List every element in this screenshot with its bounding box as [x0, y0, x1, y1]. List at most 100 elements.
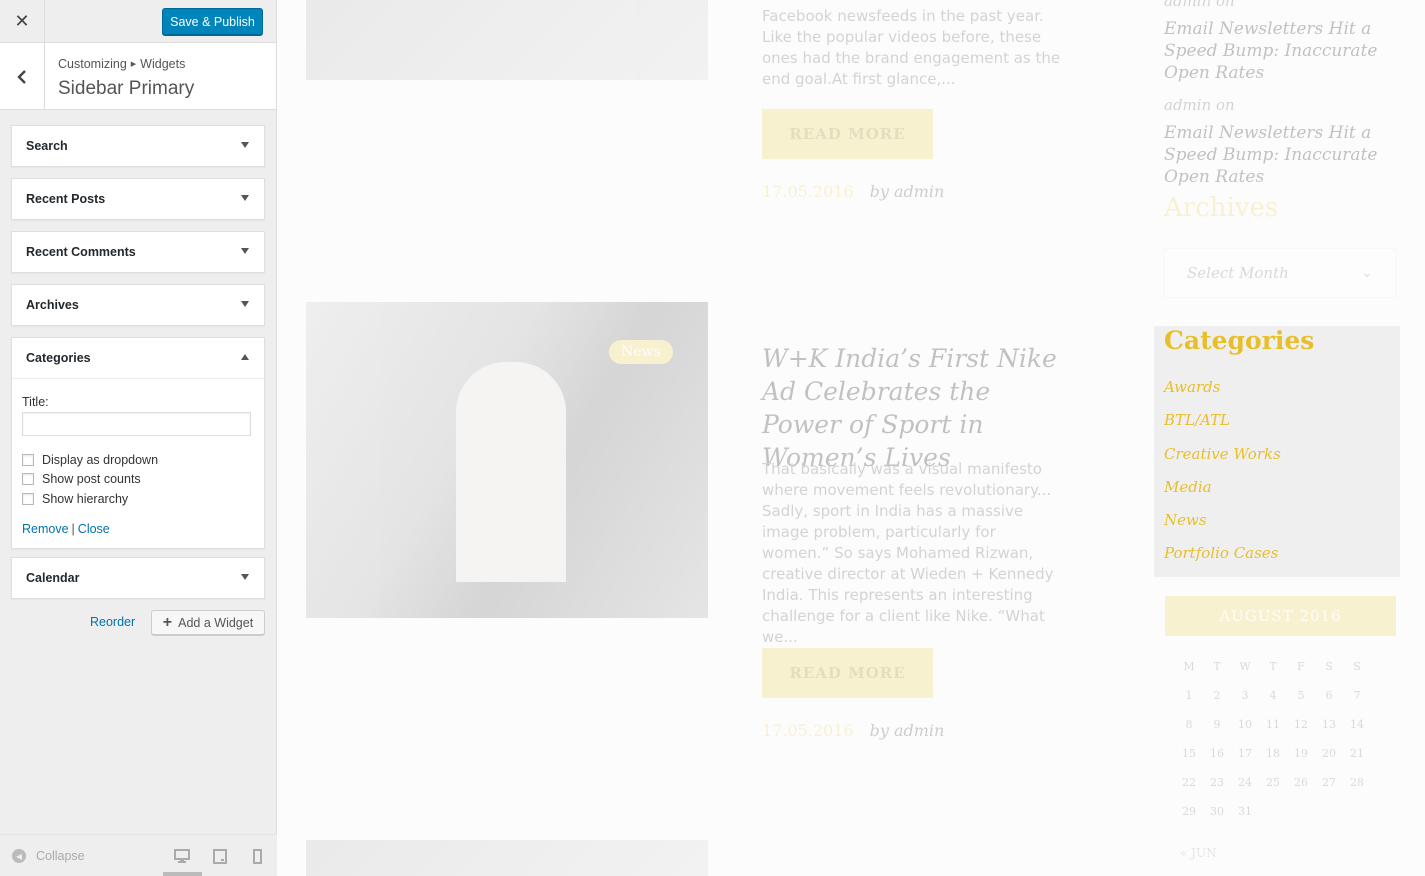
post-author[interactable]: by admin — [870, 721, 945, 740]
comment-post-link[interactable]: Email Newsletters Hit a Speed Bump: Inac… — [1164, 18, 1404, 84]
option-show-hierarchy[interactable]: Show hierarchy — [22, 489, 254, 509]
post-title[interactable]: W+K India’s First Nike Ad Celebrates the… — [762, 342, 1062, 474]
widget-header[interactable]: Search — [12, 126, 264, 166]
checkbox[interactable] — [22, 492, 34, 505]
calendar-week: 1 2 3 4 5 6 7 — [1175, 681, 1383, 710]
calendar-day: 20 — [1322, 747, 1336, 760]
collapse-button[interactable]: ◀ Collapse — [12, 849, 85, 863]
option-display-dropdown[interactable]: Display as dropdown — [22, 450, 254, 470]
checkbox-label: Show hierarchy — [42, 491, 129, 506]
option-show-post-counts[interactable]: Show post counts — [22, 470, 254, 490]
calendar-week: 8 9 10 11 12 13 14 — [1175, 710, 1383, 739]
checkbox-label: Show post counts — [42, 472, 141, 487]
read-more-button[interactable]: READ MORE — [762, 648, 933, 698]
widget-title: Search — [26, 139, 68, 153]
categories-heading: Categories — [1164, 326, 1315, 355]
widget-header[interactable]: Categories — [12, 338, 264, 378]
category-link[interactable]: Awards — [1164, 378, 1281, 411]
caret-up-icon[interactable] — [241, 354, 249, 360]
category-link[interactable]: News — [1164, 511, 1281, 544]
widget-header[interactable]: Recent Posts — [12, 179, 264, 219]
reorder-link[interactable]: Reorder — [90, 615, 135, 629]
post-date: 17.05.2016 — [762, 721, 854, 740]
select-value: Select Month — [1187, 264, 1289, 282]
comment-post-link[interactable]: Email Newsletters Hit a Speed Bump: Inac… — [1164, 122, 1404, 188]
desktop-icon[interactable] — [174, 849, 190, 863]
post-image[interactable] — [306, 840, 708, 876]
title-input[interactable] — [22, 412, 251, 436]
post-image[interactable] — [306, 0, 708, 80]
archives-select[interactable]: Select Month ⌄ — [1164, 248, 1396, 298]
widget-calendar[interactable]: Calendar — [11, 557, 265, 599]
calendar-day: 5 — [1297, 689, 1305, 702]
checkbox-label: Display as dropdown — [42, 452, 159, 467]
category-badge[interactable]: News — [609, 340, 673, 364]
widget-archives[interactable]: Archives — [11, 284, 265, 326]
calendar-day: 17 — [1238, 747, 1252, 760]
read-more-button[interactable]: READ MORE — [762, 109, 933, 159]
comment-meta: admin on — [1164, 96, 1235, 114]
category-link[interactable]: Creative Works — [1164, 445, 1281, 478]
caret-down-icon[interactable] — [241, 248, 249, 254]
calendar-day: 6 — [1325, 689, 1333, 702]
widget-search[interactable]: Search — [11, 125, 265, 167]
add-widget-button[interactable]: + Add a Widget — [151, 610, 265, 635]
post-date: 17.05.2016 — [762, 182, 854, 201]
caret-down-icon[interactable] — [241, 195, 249, 201]
site-preview: Facebook newsfeeds in the past year. Lik… — [277, 0, 1425, 876]
calendar-day: 26 — [1294, 776, 1308, 789]
calendar-day: 12 — [1294, 718, 1308, 731]
widget-header[interactable]: Archives — [12, 285, 264, 325]
back-button[interactable] — [0, 43, 45, 110]
calendar-day: 1 — [1185, 689, 1193, 702]
post-excerpt: That basically was a visual manifesto wh… — [762, 460, 1054, 646]
calendar-week: 22 23 24 25 26 27 28 — [1175, 768, 1383, 797]
widget-actions: Remove | Close — [22, 522, 254, 536]
remove-link[interactable]: Remove — [22, 522, 69, 536]
checkbox[interactable] — [22, 453, 34, 466]
category-link[interactable]: Portfolio Cases — [1164, 544, 1281, 577]
calendar-prev-link[interactable]: « JUN — [1180, 846, 1217, 860]
calendar-day: 15 — [1182, 747, 1196, 760]
widget-categories[interactable]: Categories Title: Display as dropdown Sh… — [11, 337, 265, 549]
calendar-day: 31 — [1238, 805, 1252, 818]
collapse-arrow-icon: ◀ — [12, 849, 26, 863]
save-publish-button[interactable]: Save & Publish — [162, 8, 263, 35]
weekday: T — [1269, 660, 1277, 673]
widget-recent-posts[interactable]: Recent Posts — [11, 178, 265, 220]
calendar-week: 15 16 17 18 19 20 21 — [1175, 739, 1383, 768]
category-link[interactable]: BTL/ATL — [1164, 411, 1281, 444]
widget-header[interactable]: Calendar — [12, 558, 264, 598]
post-author[interactable]: by admin — [870, 182, 945, 201]
separator: | — [71, 521, 75, 536]
weekday: W — [1239, 660, 1251, 673]
breadcrumb-current: Widgets — [140, 57, 186, 71]
post-meta: 17.05.2016 by admin — [762, 721, 944, 740]
section-title: Sidebar Primary — [58, 78, 195, 99]
calendar-day: 24 — [1238, 776, 1252, 789]
caret-down-icon[interactable] — [241, 301, 249, 307]
calendar-day: 3 — [1241, 689, 1249, 702]
caret-down-icon[interactable] — [241, 142, 249, 148]
weekday: S — [1353, 660, 1361, 673]
categories-list: Awards BTL/ATL Creative Works Media News… — [1164, 378, 1281, 578]
category-link[interactable]: Media — [1164, 478, 1281, 511]
woman-on-phone-image — [456, 362, 566, 582]
calendar-weekdays: M T W T F S S — [1175, 652, 1383, 681]
calendar-day: 25 — [1266, 776, 1280, 789]
post-image[interactable]: News — [306, 302, 708, 618]
widget-recent-comments[interactable]: Recent Comments — [11, 231, 265, 273]
calendar-day: 29 — [1182, 805, 1196, 818]
checkbox[interactable] — [22, 473, 34, 486]
weekday: F — [1297, 660, 1305, 673]
add-widget-label: Add a Widget — [178, 615, 254, 630]
breadcrumb: Customizing ▶ Widgets — [58, 57, 185, 71]
close-button[interactable]: ✕ — [0, 0, 45, 43]
close-link[interactable]: Close — [78, 522, 110, 536]
widget-header[interactable]: Recent Comments — [12, 232, 264, 272]
tablet-icon[interactable] — [213, 849, 227, 864]
caret-down-icon[interactable] — [241, 574, 249, 580]
mobile-icon[interactable] — [253, 849, 262, 864]
title-label: Title: — [22, 395, 49, 409]
calendar-day: 21 — [1350, 747, 1364, 760]
